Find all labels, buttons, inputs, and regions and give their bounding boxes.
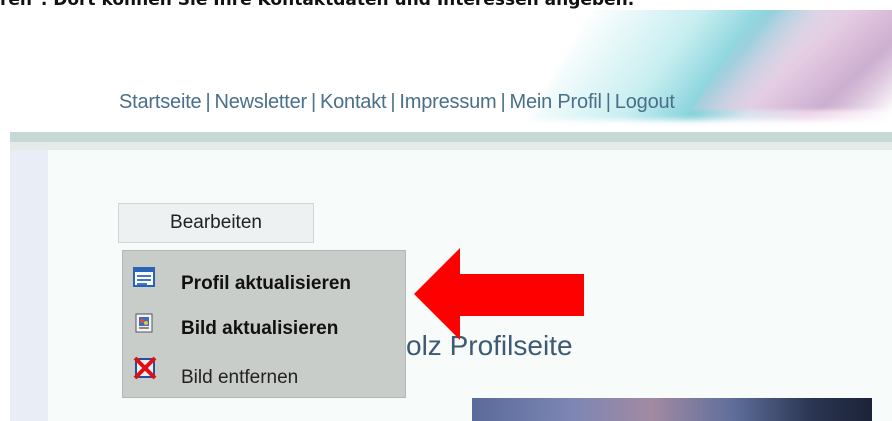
menu-item-label: Bild entfernen	[181, 367, 299, 388]
nav-mein-profil[interactable]: Mein Profil	[510, 91, 602, 113]
menu-item-label: Profil aktualisieren	[181, 273, 352, 294]
nav-separator: |	[500, 91, 506, 113]
bearbeiten-button[interactable]: Bearbeiten	[118, 203, 314, 243]
menu-item-bild-aktualisieren[interactable]: Bild aktualisieren	[123, 307, 405, 351]
profile-photo	[472, 398, 872, 421]
nav-separator: |	[310, 91, 316, 113]
red-arrow-annotation	[414, 248, 584, 340]
menu-item-label: Bild aktualisieren	[181, 318, 339, 339]
header-divider	[10, 132, 892, 142]
nav-newsletter[interactable]: Newsletter	[214, 91, 307, 113]
nav-separator: |	[390, 91, 396, 113]
top-navigation: Startseite | Newsletter | Kontakt | Impressum |…	[119, 91, 675, 114]
menu-item-profil-aktualisieren[interactable]: Profil aktualisieren	[123, 259, 405, 303]
nav-logout[interactable]: Logout	[615, 91, 675, 113]
image-icon	[133, 312, 155, 334]
header-divider-light	[10, 142, 892, 150]
edit-dropdown-menu: Profil aktualisieren Bild aktualisieren …	[122, 250, 406, 398]
profile-form-icon	[133, 266, 155, 288]
nav-startseite[interactable]: Startseite	[119, 91, 202, 113]
nav-separator: |	[605, 91, 611, 113]
nav-kontakt[interactable]: Kontakt	[320, 91, 387, 113]
nav-separator: |	[205, 91, 211, 113]
menu-item-bild-entfernen[interactable]: Bild entfernen	[123, 353, 405, 397]
nav-impressum[interactable]: Impressum	[399, 91, 496, 113]
left-column	[10, 150, 48, 421]
delete-image-icon	[133, 356, 157, 380]
